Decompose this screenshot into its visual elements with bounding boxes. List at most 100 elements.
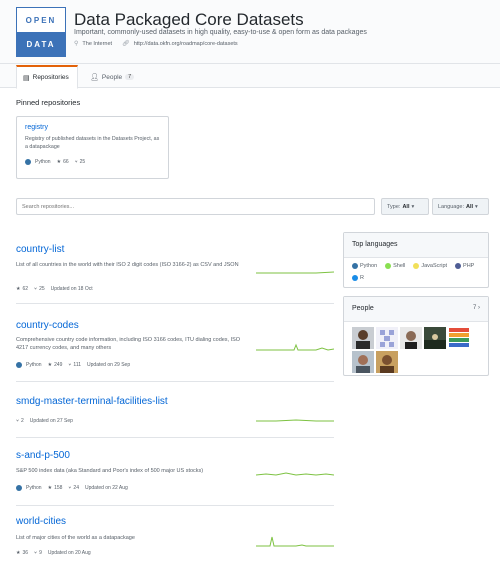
link-icon: 🔗︎ (122, 41, 130, 47)
repo-updated: Updated on 27 Sep (29, 418, 73, 424)
org-tabs: ▤ Repositories 👤︎ People 7 (0, 64, 500, 89)
pinned-repo-language: Python (35, 159, 51, 165)
activity-sparkline (256, 419, 334, 422)
avatar[interactable] (400, 327, 422, 349)
repo-language: Python (26, 362, 42, 368)
repo-stars[interactable]: 158 (54, 485, 62, 491)
star-icon: ★ (47, 362, 53, 368)
repo-forks[interactable]: 111 (73, 362, 81, 368)
org-title: Data Packaged Core Datasets (74, 10, 304, 29)
tab-people[interactable]: 👤︎ People 7 (84, 65, 140, 89)
org-location: The Internet (82, 40, 113, 47)
repo-forks[interactable]: 24 (73, 485, 79, 491)
language-item[interactable]: Shell (385, 263, 405, 269)
star-icon: ★ (47, 485, 53, 491)
tab-repositories-label: Repositories (32, 74, 69, 81)
repo-description: List of major cities of the world as a d… (16, 535, 135, 541)
repo-updated: Updated on 18 Oct (50, 286, 93, 292)
pinned-repo-meta: Python ★ 66 ⑂ 25 (25, 159, 160, 165)
language-filter-button[interactable]: Language: All ▾ (432, 198, 489, 215)
pinned-repo-description: Registry of published datasets in the Da… (25, 136, 160, 150)
org-url[interactable]: http://data.okfn.org/roadmap/core-datase… (134, 41, 238, 47)
top-languages-box: Top languages Python Shell JavaScript PH… (343, 232, 489, 288)
repo-forks[interactable]: 9 (39, 550, 42, 556)
repo-name[interactable]: s-and-p-500 (16, 450, 70, 461)
repo-icon: ▤ (23, 74, 30, 82)
top-languages-title: Top languages (344, 233, 488, 258)
repo-name[interactable]: smdg-master-terminal-facilities-list (16, 396, 168, 407)
star-icon: ★ (56, 159, 62, 165)
activity-sparkline (256, 472, 334, 476)
org-header: OPEN DATA Data Packaged Core Datasets Im… (0, 0, 500, 64)
repo-list-item: s-and-p-500 S&P 500 index data (aka Stan… (16, 438, 334, 506)
fork-icon: ⑂ (34, 286, 38, 292)
language-color-dot (352, 275, 358, 281)
repo-name[interactable]: country-list (16, 244, 64, 255)
avatar[interactable] (424, 327, 446, 349)
language-list: Python Shell JavaScript PHP R (344, 258, 488, 286)
pinned-heading: Pinned repositories (16, 98, 81, 107)
avatar[interactable] (352, 327, 374, 349)
language-color-dot (413, 263, 420, 269)
repo-meta: Python ★ 158 ⑂ 24 Updated on 22 Aug (16, 485, 128, 491)
logo-top-text: OPEN (25, 15, 57, 25)
avatar[interactable] (448, 327, 470, 349)
pinned-repo-card: registry Registry of published datasets … (16, 116, 169, 179)
language-name: PHP (463, 263, 475, 269)
type-filter-button[interactable]: Type: All ▾ (381, 198, 429, 215)
people-count: 7 › (472, 305, 480, 311)
people-counter: 7 (125, 74, 135, 80)
repo-list-item: country-codes Comprehensive country code… (16, 304, 334, 382)
language-name: R (360, 275, 364, 281)
avatar[interactable] (376, 327, 398, 349)
activity-sparkline (256, 271, 334, 274)
language-item[interactable]: JavaScript (413, 263, 447, 269)
repo-stars[interactable]: 249 (54, 362, 62, 368)
language-color-dot (16, 485, 22, 491)
repo-description: S&P 500 index data (aka Standard and Poo… (16, 468, 204, 474)
chevron-right-icon: › (478, 305, 480, 311)
avatar-grid (344, 322, 484, 378)
repo-name[interactable]: world-cities (16, 516, 66, 527)
repo-meta: ★ 36 ⑂ 9 Updated on 20 Aug (16, 550, 91, 556)
repo-updated: Updated on 20 Aug (47, 550, 91, 556)
caret-down-icon: ▾ (475, 203, 478, 210)
language-name: JavaScript (421, 263, 448, 269)
pinned-repo-name[interactable]: registry (25, 124, 160, 131)
language-filter-label: Language: (438, 203, 464, 210)
language-name: Shell (393, 263, 406, 269)
language-item[interactable]: Python (352, 263, 377, 269)
search-repositories-input[interactable] (16, 198, 375, 215)
language-item[interactable]: R (352, 275, 364, 281)
repo-stars[interactable]: 36 (22, 550, 28, 556)
language-color-dot (385, 263, 392, 269)
repo-list-item: smdg-master-terminal-facilities-list ⑂ 2 … (16, 382, 334, 438)
repo-list-item: world-cities List of major cities of the… (16, 506, 334, 568)
people-title: People (352, 305, 374, 312)
people-header[interactable]: People 7 › (344, 297, 488, 322)
tab-repositories[interactable]: ▤ Repositories (16, 65, 78, 89)
language-filter-value: All (466, 203, 474, 210)
people-box: People 7 › (343, 296, 489, 376)
org-meta: ⚲ The Internet 🔗︎ http://data.okfn.org/r… (74, 40, 238, 48)
repo-stars[interactable]: 62 (22, 286, 28, 292)
repo-meta: ⑂ 2 Updated on 27 Sep (16, 418, 73, 424)
language-item[interactable]: PHP (455, 263, 474, 269)
repo-updated: Updated on 29 Sep (87, 362, 131, 368)
repo-forks[interactable]: 25 (39, 286, 45, 292)
repo-description: List of all countries in the world with … (16, 262, 239, 268)
repo-language: Python (26, 485, 42, 491)
language-color-dot (16, 362, 22, 368)
avatar[interactable] (352, 351, 374, 373)
repo-meta: Python ★ 249 ⑂ 111 Updated on 29 Sep (16, 362, 130, 368)
repo-meta: ★ 62 ⑂ 25 Updated on 18 Oct (16, 286, 93, 292)
pinned-repo-forks[interactable]: 25 (80, 159, 86, 165)
language-color-dot (455, 263, 462, 269)
pinned-repo-stars[interactable]: 66 (63, 159, 69, 165)
org-logo: OPEN DATA (16, 7, 66, 57)
logo-bottom-text: DATA (17, 32, 65, 56)
repo-name[interactable]: country-codes (16, 320, 79, 331)
avatar[interactable] (376, 351, 398, 373)
language-name: Python (360, 263, 378, 269)
repo-forks[interactable]: 2 (21, 418, 24, 424)
